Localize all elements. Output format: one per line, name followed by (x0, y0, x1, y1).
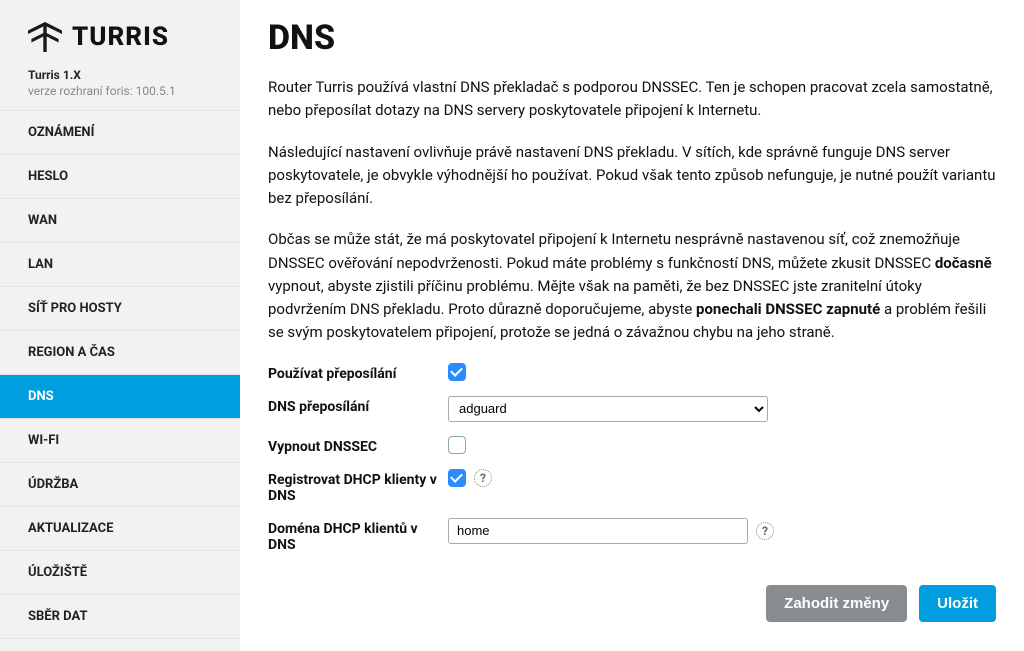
disable-dnssec-checkbox[interactable] (448, 436, 466, 454)
dns-forwarding-select[interactable]: adguard (448, 396, 768, 422)
device-name: Turris 1.X (28, 68, 222, 82)
intro-paragraph-2: Následující nastavení ovlivňuje právě na… (268, 141, 996, 211)
help-icon[interactable]: ? (474, 469, 492, 487)
page-title: DNS (268, 18, 996, 58)
sidebar-item-udrzba[interactable]: ÚDRŽBA (0, 462, 240, 506)
intro-paragraph-3: Občas se může stát, že má poskytovatel p… (268, 228, 996, 344)
discard-button[interactable]: Zahodit změny (766, 585, 907, 622)
sidebar-item-sber[interactable]: SBĚR DAT (0, 594, 240, 639)
dhcp-domain-label: Doména DHCP klientů v DNS (268, 518, 448, 553)
brand-block: TURRIS (0, 0, 240, 68)
row-use-forwarding: Používat přeposílání (268, 363, 996, 382)
sidebar-item-aktualizace[interactable]: AKTUALIZACE (0, 506, 240, 550)
device-info: Turris 1.X verze rozhraní foris: 100.5.1 (0, 68, 240, 110)
main-content: DNS Router Turris používá vlastní DNS př… (240, 0, 1024, 651)
sidebar-item-heslo[interactable]: HESLO (0, 154, 240, 198)
row-register-dhcp: Registrovat DHCP klienty v DNS ? (268, 469, 996, 504)
row-disable-dnssec: Vypnout DNSSEC (268, 436, 996, 455)
intro-text: Router Turris používá vlastní DNS překla… (268, 76, 996, 345)
sidebar-item-wan[interactable]: WAN (0, 198, 240, 242)
sidebar-item-uloziste[interactable]: ÚLOŽIŠTĚ (0, 550, 240, 594)
sidebar: TURRIS Turris 1.X verze rozhraní foris: … (0, 0, 240, 651)
register-dhcp-label: Registrovat DHCP klienty v DNS (268, 469, 448, 504)
sidebar-item-hosty[interactable]: SÍŤ PRO HOSTY (0, 286, 240, 330)
sidebar-nav: OZNÁMENÍHESLOWANLANSÍŤ PRO HOSTYREGION A… (0, 110, 240, 639)
sidebar-item-dns[interactable]: DNS (0, 374, 240, 418)
device-version: verze rozhraní foris: 100.5.1 (28, 84, 222, 98)
sidebar-item-oznameni[interactable]: OZNÁMENÍ (0, 110, 240, 154)
button-row: Zahodit změny Uložit (268, 585, 996, 622)
use-forwarding-label: Používat přeposílání (268, 363, 448, 382)
dhcp-domain-input[interactable] (448, 518, 748, 544)
brand-name: TURRIS (72, 22, 169, 52)
save-button[interactable]: Uložit (919, 585, 996, 622)
sidebar-item-region[interactable]: REGION A ČAS (0, 330, 240, 374)
use-forwarding-checkbox[interactable] (448, 363, 466, 381)
disable-dnssec-label: Vypnout DNSSEC (268, 436, 448, 455)
row-dns-forwarding: DNS přeposílání adguard (268, 396, 996, 422)
turris-logo-icon (28, 22, 62, 52)
help-icon[interactable]: ? (756, 522, 774, 540)
dns-forwarding-label: DNS přeposílání (268, 396, 448, 415)
sidebar-item-lan[interactable]: LAN (0, 242, 240, 286)
sidebar-item-wifi[interactable]: WI-FI (0, 418, 240, 462)
register-dhcp-checkbox[interactable] (448, 469, 466, 487)
intro-paragraph-1: Router Turris používá vlastní DNS překla… (268, 76, 996, 123)
row-dhcp-domain: Doména DHCP klientů v DNS ? (268, 518, 996, 553)
